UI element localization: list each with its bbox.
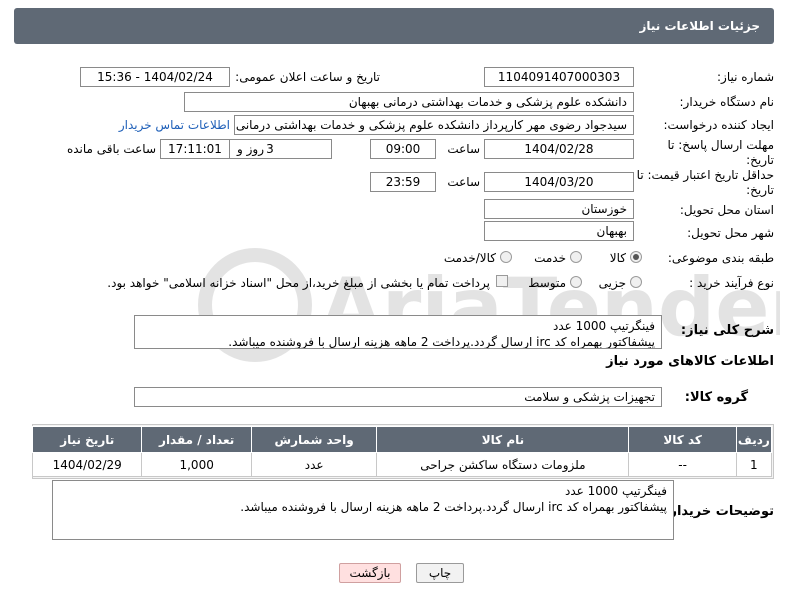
goods-section-title: اطلاعات کالاهای مورد نیاز bbox=[606, 354, 774, 369]
col-qty: تعداد / مقدار bbox=[141, 426, 252, 453]
category-service-radio[interactable] bbox=[570, 251, 582, 263]
buyer-label: نام دستگاه خریدار: bbox=[679, 95, 775, 109]
category-goods-label: کالا bbox=[609, 251, 626, 265]
cell-row: 1 bbox=[735, 452, 773, 477]
creator-label: ایجاد کننده درخواست: bbox=[663, 118, 774, 132]
category-both-label: کالا/خدمت bbox=[443, 251, 496, 265]
process-minor-radio[interactable] bbox=[630, 276, 642, 288]
days-label: روز و bbox=[237, 142, 264, 156]
col-name: نام کالا bbox=[376, 426, 630, 453]
treasury-note: پرداخت تمام یا بخشی از مبلغ خرید،از محل … bbox=[107, 276, 490, 290]
province-label: استان محل تحویل: bbox=[679, 203, 774, 217]
page-title: جزئیات اطلاعات نیاز bbox=[639, 19, 760, 33]
col-date: تاریخ نیاز bbox=[31, 426, 143, 453]
announce-label: تاریخ و ساعت اعلان عمومی: bbox=[235, 70, 380, 84]
price-date-field: 1404/03/20 bbox=[484, 172, 634, 192]
price-time-field: 23:59 bbox=[370, 172, 436, 192]
cell-unit: عدد bbox=[250, 452, 378, 477]
items-table-header: ردیف کد کالا نام کالا واحد شمارش تعداد /… bbox=[31, 426, 773, 453]
col-code: کد کالا bbox=[628, 426, 737, 453]
need-number-label: شماره نیاز: bbox=[717, 70, 774, 84]
category-both-radio[interactable] bbox=[500, 251, 512, 263]
description-line-1: فینگرتیپ 1000 عدد bbox=[553, 319, 655, 333]
items-table-container: ردیف کد کالا نام کالا واحد شمارش تعداد /… bbox=[31, 424, 774, 479]
process-medium-label: متوسط bbox=[528, 276, 566, 290]
cell-date: 1404/02/29 bbox=[31, 452, 143, 477]
price-time-label: ساعت bbox=[447, 175, 480, 189]
city-field: بهبهان bbox=[484, 221, 634, 241]
buyer-notes-label: توضیحات خریدار: bbox=[664, 504, 774, 519]
goods-group-label: گروه کالا: bbox=[684, 390, 748, 405]
contact-buyer-link[interactable]: اطلاعات تماس خریدار bbox=[119, 118, 230, 132]
need-number-field: 1104091407000303 bbox=[484, 67, 634, 87]
description-label: شرح کلی نیاز: bbox=[680, 323, 774, 338]
category-goods-radio[interactable] bbox=[630, 251, 642, 263]
buyer-notes-line-2: پیشفاکتور بهمراه کد irc ارسال گردد.پرداخ… bbox=[240, 500, 667, 514]
goods-group-field: تجهیزات پزشکی و سلامت bbox=[134, 387, 662, 407]
announce-date-field: 1404/02/24 - 15:36 bbox=[80, 67, 230, 87]
deadline-label: مهلت ارسال پاسخ: تا تاریخ: bbox=[667, 138, 774, 167]
remaining-label: ساعت باقی مانده bbox=[66, 142, 156, 156]
buyer-notes-textarea: فینگرتیپ 1000 عدد پیشفاکتور بهمراه کد ir… bbox=[52, 480, 674, 540]
process-medium-radio[interactable] bbox=[570, 276, 582, 288]
cell-name: ملزومات دستگاه ساکشن جراحی bbox=[376, 452, 630, 477]
creator-field: سیدجواد رضوی مهر کارپرداز دانشکده علوم پ… bbox=[234, 115, 634, 135]
process-label: نوع فرآیند خرید : bbox=[689, 276, 774, 290]
category-label: طبقه بندی موضوعی: bbox=[667, 251, 774, 265]
price-validity-label: حداقل تاریخ اعتبار قیمت: تا تاریخ: bbox=[636, 168, 774, 197]
city-label: شهر محل تحویل: bbox=[687, 226, 774, 240]
remaining-time-field: 17:11:01 bbox=[160, 139, 230, 159]
description-line-2: پیشفاکتور بهمراه کد irc ارسال گردد.پرداخ… bbox=[228, 335, 655, 349]
province-field: خوزستان bbox=[484, 199, 634, 219]
back-button[interactable]: بازگشت bbox=[339, 563, 401, 583]
table-row: 1 -- ملزومات دستگاه ساکشن جراحی عدد 1,00… bbox=[31, 452, 773, 477]
buyer-field: دانشکده علوم پزشکی و خدمات بهداشتی درمان… bbox=[184, 92, 634, 112]
page-header: جزئیات اطلاعات نیاز bbox=[14, 8, 774, 44]
process-minor-label: جزیی bbox=[598, 276, 626, 290]
description-textarea: فینگرتیپ 1000 عدد پیشفاکتور بهمراه کد ir… bbox=[134, 315, 662, 349]
deadline-time-field: 09:00 bbox=[370, 139, 436, 159]
col-unit: واحد شمارش bbox=[250, 426, 378, 453]
treasury-checkbox[interactable] bbox=[496, 275, 508, 287]
print-button[interactable]: چاپ bbox=[416, 563, 464, 583]
deadline-time-label: ساعت bbox=[447, 142, 480, 156]
cell-qty: 1,000 bbox=[141, 452, 252, 477]
col-row: ردیف bbox=[735, 426, 773, 453]
category-service-label: خدمت bbox=[534, 251, 566, 265]
deadline-date-field: 1404/02/28 bbox=[484, 139, 634, 159]
items-table: ردیف کد کالا نام کالا واحد شمارش تعداد /… bbox=[31, 426, 773, 477]
buyer-notes-line-1: فینگرتیپ 1000 عدد bbox=[565, 484, 667, 498]
cell-code: -- bbox=[628, 452, 737, 477]
